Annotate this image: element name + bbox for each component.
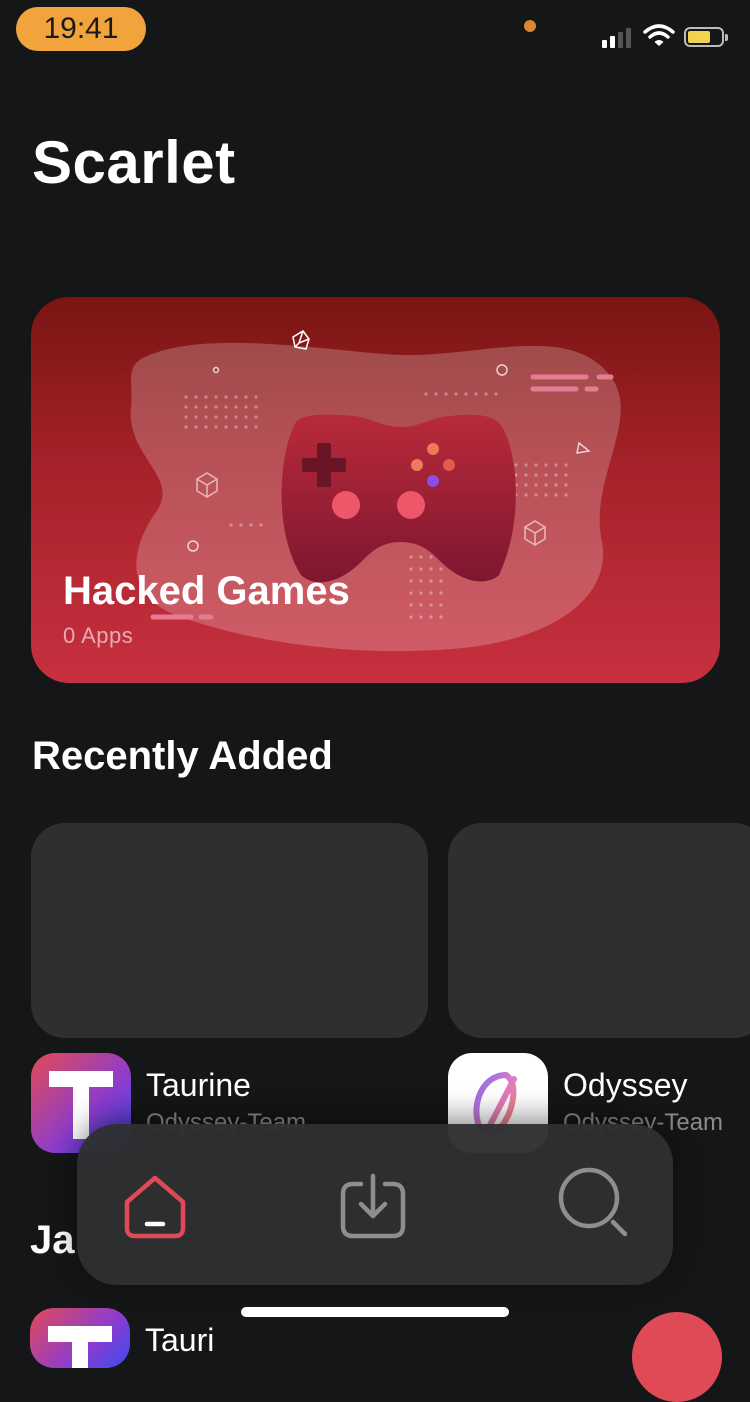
tab-downloads[interactable] [333, 1164, 413, 1244]
status-time: 19:41 [16, 7, 146, 51]
taurine-app-icon[interactable] [30, 1308, 130, 1368]
featured-card-hacked-games[interactable]: Hacked Games 0 Apps [31, 297, 720, 683]
featured-subtitle: 0 Apps [63, 623, 134, 648]
cellular-signal-icon [602, 28, 631, 48]
gamepad-illustration [130, 330, 621, 652]
home-icon [124, 1175, 186, 1239]
app-screenshot-placeholder[interactable] [448, 823, 750, 1038]
app-name: Tauri [145, 1322, 215, 1358]
home-indicator[interactable] [241, 1307, 509, 1317]
app-name: Odyssey [563, 1067, 688, 1103]
featured-title: Hacked Games [63, 569, 350, 613]
next-section-heading: Ja [30, 1218, 75, 1262]
download-icon [340, 1173, 406, 1239]
tab-home[interactable] [115, 1164, 195, 1244]
floating-action-button[interactable] [632, 1312, 722, 1402]
wifi-icon [643, 24, 675, 46]
app-screenshot-placeholder[interactable] [31, 823, 428, 1038]
tab-search[interactable] [555, 1164, 635, 1244]
recently-added-heading: Recently Added [32, 734, 333, 778]
search-icon [558, 1167, 628, 1237]
camera-indicator [524, 20, 536, 32]
battery-icon [684, 27, 728, 47]
tab-bar [77, 1124, 673, 1285]
app-name: Taurine [146, 1067, 251, 1103]
page-title: Scarlet [32, 129, 236, 196]
